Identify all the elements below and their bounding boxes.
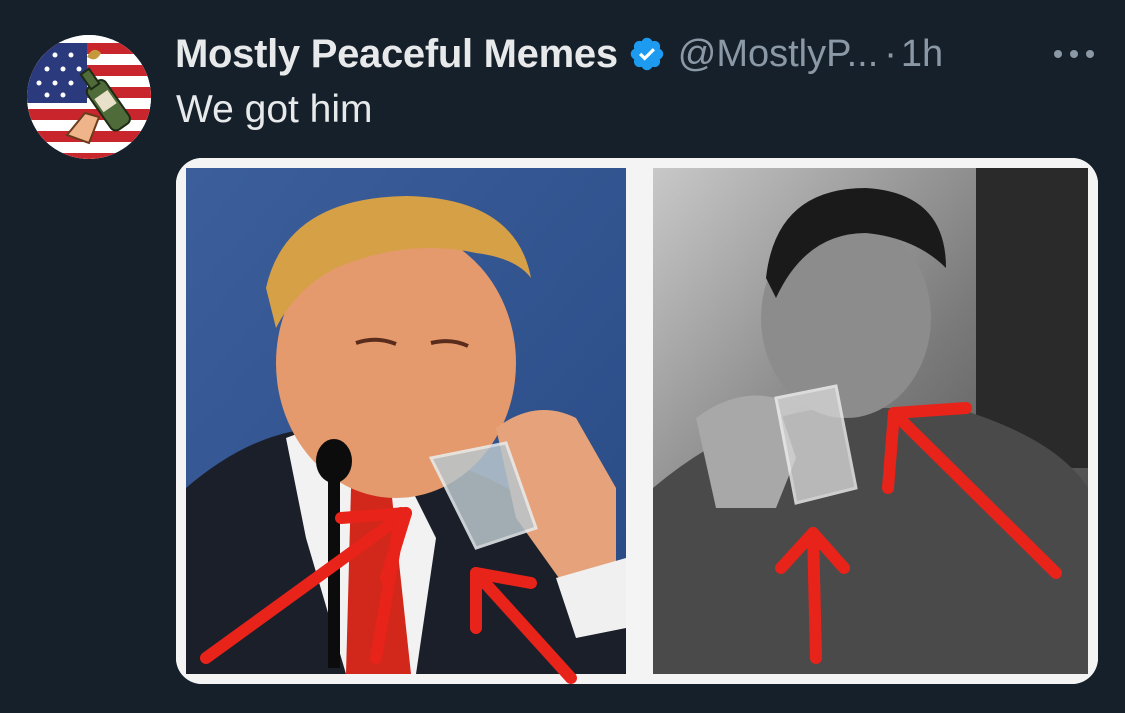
right-panel-photo xyxy=(653,168,1088,674)
tweet-text: We got him xyxy=(176,88,373,131)
tweet-card[interactable]: Mostly Peaceful Memes @MostlyP... · 1h W… xyxy=(0,0,1125,713)
tweet-header: Mostly Peaceful Memes @MostlyP... · 1h xyxy=(175,28,943,80)
verified-badge-icon[interactable] xyxy=(628,35,666,73)
avatar-image xyxy=(27,35,151,159)
separator-dot: · xyxy=(884,32,897,75)
author-handle[interactable]: @MostlyP... xyxy=(678,33,878,76)
left-panel-photo xyxy=(186,168,626,674)
author-avatar[interactable] xyxy=(27,35,151,159)
tweet-media-image[interactable] xyxy=(176,158,1098,684)
author-display-name[interactable]: Mostly Peaceful Memes xyxy=(175,32,618,77)
tweet-timestamp[interactable]: 1h xyxy=(901,33,943,76)
more-options-icon[interactable] xyxy=(1052,46,1096,62)
